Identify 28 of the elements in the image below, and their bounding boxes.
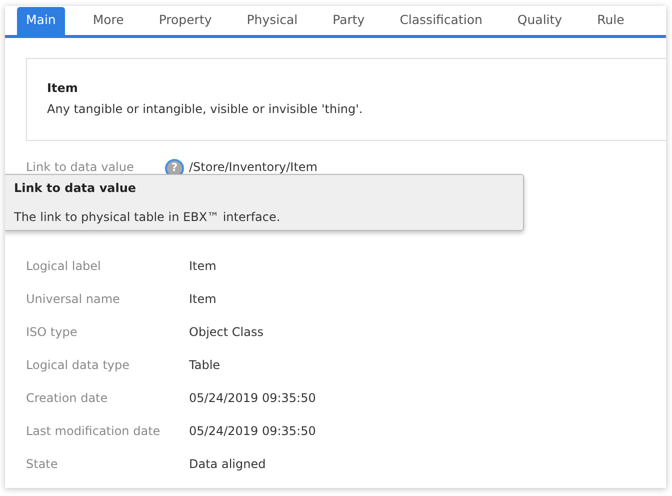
field-label: Creation date bbox=[26, 390, 109, 407]
field-label: State bbox=[26, 456, 59, 473]
tab[interactable]: More bbox=[92, 7, 124, 35]
summary-description: Any tangible or intangible, visible or invisible 'thing'. bbox=[47, 101, 364, 118]
tab[interactable]: Rule bbox=[597, 7, 624, 35]
field-label: Last modification date bbox=[26, 423, 162, 440]
field-label: ISO type bbox=[26, 324, 78, 341]
tooltip-title: Link to data value bbox=[14, 180, 138, 197]
tab[interactable]: Property bbox=[158, 7, 212, 35]
field-value: Table bbox=[189, 357, 220, 374]
field-value: Data aligned bbox=[189, 456, 266, 473]
field-value: /Store/Inventory/Item bbox=[189, 159, 318, 176]
summary-title: Item bbox=[47, 80, 79, 97]
tab[interactable]: Classification bbox=[400, 7, 482, 35]
field-label: Universal name bbox=[26, 291, 121, 308]
field-label: Logical data type bbox=[26, 357, 131, 374]
field-value: Item bbox=[189, 258, 216, 275]
tab[interactable]: Physical bbox=[246, 7, 298, 35]
field-value: 05/24/2019 09:35:50 bbox=[189, 423, 316, 440]
field-value: Object Class bbox=[189, 324, 264, 341]
field-value: Item bbox=[189, 291, 216, 308]
tab[interactable]: Party bbox=[332, 7, 365, 35]
field-value: 05/24/2019 09:35:50 bbox=[189, 390, 316, 407]
tooltip-text: The link to physical table in EBX™ interface. bbox=[14, 209, 282, 226]
field-label: Logical label bbox=[26, 258, 102, 275]
tab[interactable]: Quality bbox=[517, 7, 562, 35]
tab[interactable]: Main bbox=[17, 7, 65, 35]
field-label: Link to data value bbox=[26, 159, 135, 176]
